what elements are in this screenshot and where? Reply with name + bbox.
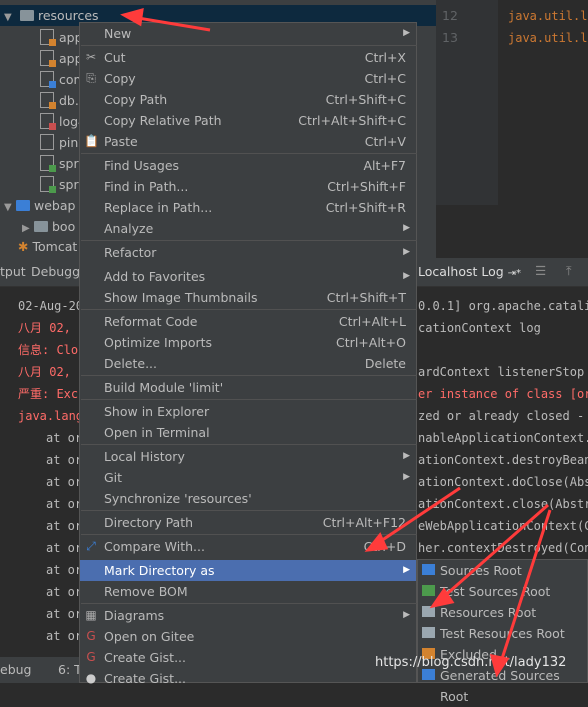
arrow-head [364, 532, 389, 552]
arrow-line [374, 486, 461, 547]
arrow-line [131, 15, 211, 32]
arrow-head [120, 7, 144, 27]
annotation-arrows [120, 7, 552, 678]
arrow-line [439, 503, 549, 602]
arrow-head [489, 654, 510, 678]
arrow-line [498, 509, 552, 666]
